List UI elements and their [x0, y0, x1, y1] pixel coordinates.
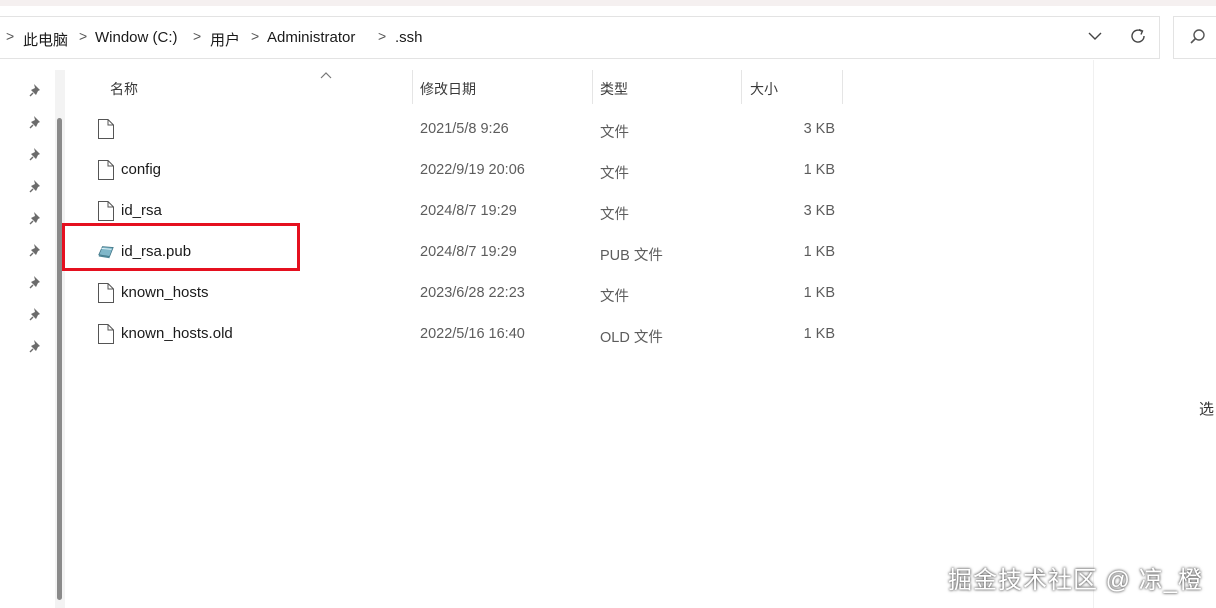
file-type: 文件: [600, 125, 629, 141]
file-name: known_hosts: [121, 284, 209, 301]
file-row[interactable]: id_rsa 2024/8/7 19:29 文件 3 KB: [68, 191, 848, 231]
pin-icon[interactable]: [29, 115, 43, 129]
breadcrumb-separator[interactable]: >: [378, 28, 386, 44]
column-header: 名称 修改日期 类型 大小: [68, 70, 848, 104]
breadcrumb-administrator[interactable]: Administrator: [267, 29, 355, 46]
file-type: 文件: [600, 289, 629, 305]
breadcrumb-ssh[interactable]: .ssh: [395, 29, 423, 46]
details-pane-divider: [1093, 60, 1094, 608]
window-top-edge: [0, 0, 1216, 6]
breadcrumb-this-pc[interactable]: 此电脑: [23, 29, 68, 50]
pin-icon[interactable]: [29, 83, 43, 97]
file-modified: 2022/5/16 16:40: [420, 326, 525, 342]
file-modified: 2024/8/7 19:29: [420, 203, 517, 219]
sort-ascending-icon: [320, 70, 332, 82]
file-row[interactable]: known_hosts.old 2022/5/16 16:40 OLD 文件 1…: [68, 314, 848, 354]
pin-icon[interactable]: [29, 339, 43, 353]
pin-icon[interactable]: [29, 179, 43, 193]
breadcrumb-drive-c[interactable]: Window (C:): [95, 29, 178, 46]
file-type: 文件: [600, 207, 629, 223]
pin-icon[interactable]: [29, 307, 43, 321]
file-modified: 2021/5/8 9:26: [420, 121, 509, 137]
file-size: 1 KB: [803, 285, 835, 301]
details-pane-text: 选: [1199, 401, 1215, 418]
column-divider[interactable]: [412, 70, 413, 104]
column-divider[interactable]: [842, 70, 843, 104]
column-divider[interactable]: [741, 70, 742, 104]
file-icon: [98, 283, 114, 303]
file-name: id_rsa.pub: [121, 243, 192, 260]
search-input[interactable]: [1173, 16, 1216, 59]
file-row[interactable]: known_hosts 2023/6/28 22:23 文件 1 KB: [68, 273, 848, 313]
pin-icon[interactable]: [29, 211, 43, 225]
file-type: PUB 文件: [600, 248, 663, 264]
nav-scrollbar-thumb[interactable]: [57, 118, 62, 600]
breadcrumb-users[interactable]: 用户: [210, 29, 240, 50]
publisher-file-icon: [98, 246, 114, 259]
chevron-down-icon[interactable]: [1087, 28, 1103, 49]
refresh-icon[interactable]: [1129, 27, 1147, 50]
file-type: 文件: [600, 166, 629, 182]
breadcrumb-separator[interactable]: >: [193, 28, 201, 44]
file-name: config: [121, 161, 162, 178]
file-size: 3 KB: [803, 203, 835, 219]
pin-icon[interactable]: [29, 275, 43, 289]
watermark: 掘金技术社区 @ 凉_橙: [948, 567, 1204, 594]
address-bar[interactable]: > 此电脑 > Window (C:) > 用户 > Administrator…: [0, 16, 1160, 59]
file-row[interactable]: config 2022/9/19 20:06 文件 1 KB: [68, 150, 848, 190]
file-name: id_rsa: [121, 202, 162, 219]
file-icon: [98, 324, 114, 344]
file-row[interactable]: 2021/5/8 9:26 文件 3 KB: [68, 109, 848, 149]
column-modified-header[interactable]: 修改日期: [420, 79, 476, 99]
file-modified: 2023/6/28 22:23: [420, 285, 525, 301]
file-modified: 2022/9/19 20:06: [420, 162, 525, 178]
file-size: 3 KB: [803, 121, 835, 137]
file-name: known_hosts.old: [121, 325, 233, 342]
pin-icon[interactable]: [29, 243, 43, 257]
breadcrumb-separator[interactable]: >: [79, 28, 87, 44]
file-size: 1 KB: [803, 162, 835, 178]
column-divider[interactable]: [592, 70, 593, 104]
file-icon: [98, 201, 114, 221]
file-modified: 2024/8/7 19:29: [420, 244, 517, 260]
column-type-header[interactable]: 类型: [600, 79, 628, 99]
breadcrumb-separator: >: [6, 28, 15, 44]
file-size: 1 KB: [803, 244, 835, 260]
column-size-header[interactable]: 大小: [750, 79, 778, 99]
breadcrumb-separator[interactable]: >: [251, 28, 259, 44]
file-size: 1 KB: [803, 326, 835, 342]
column-name-header[interactable]: 名称: [110, 79, 138, 99]
file-row[interactable]: id_rsa.pub 2024/8/7 19:29 PUB 文件 1 KB: [68, 232, 848, 272]
file-icon: [98, 160, 114, 180]
search-icon[interactable]: [1188, 27, 1208, 52]
file-type: OLD 文件: [600, 330, 663, 346]
pin-icon[interactable]: [29, 147, 43, 161]
file-icon: [98, 119, 114, 139]
